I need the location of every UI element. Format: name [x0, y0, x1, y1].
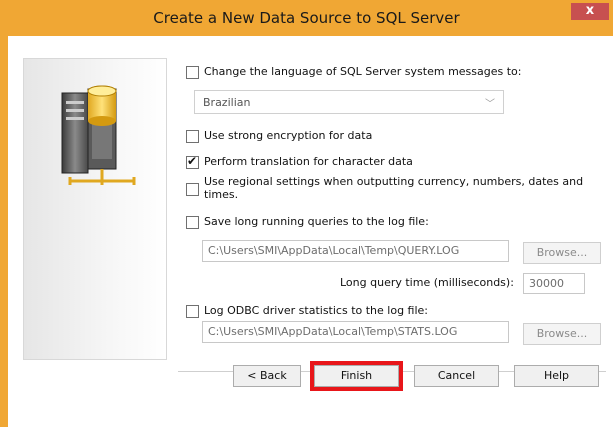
- server-database-icon: [61, 85, 136, 185]
- window-title: Create a New Data Source to SQL Server: [153, 9, 460, 27]
- translation-checkbox[interactable]: [186, 154, 199, 169]
- cancel-button[interactable]: Cancel: [414, 365, 499, 387]
- chevron-down-icon: ﹀: [485, 99, 495, 110]
- finish-highlight: [310, 361, 403, 391]
- regional-settings-checkbox[interactable]: [186, 183, 199, 196]
- stats-log-browse-button[interactable]: Browse...: [523, 323, 601, 345]
- query-log-browse-button[interactable]: Browse...: [523, 242, 601, 264]
- help-button[interactable]: Help: [514, 365, 599, 387]
- change-language-label: Change the language of SQL Server system…: [204, 65, 522, 78]
- language-select[interactable]: Brazilian ﹀: [194, 90, 504, 114]
- change-language-checkbox[interactable]: [186, 66, 199, 79]
- odbc-stats-label: Log ODBC driver statistics to the log fi…: [204, 304, 429, 317]
- language-select-value: Brazilian: [203, 96, 251, 109]
- window-frame: [0, 36, 8, 427]
- translation-label: Perform translation for character data: [204, 155, 413, 168]
- stats-log-path-input[interactable]: C:\Users\SMI\AppData\Local\Temp\STATS.LO…: [202, 321, 509, 343]
- close-button[interactable]: x: [571, 3, 609, 20]
- long-queries-checkbox[interactable]: [186, 216, 199, 229]
- odbc-stats-checkbox[interactable]: [186, 305, 199, 318]
- long-queries-label: Save long running queries to the log fil…: [204, 215, 429, 228]
- long-query-time-label: Long query time (milliseconds):: [340, 276, 514, 289]
- regional-settings-label: Use regional settings when outputting cu…: [204, 175, 584, 201]
- strong-encryption-checkbox[interactable]: [186, 130, 199, 143]
- illustration-panel: [23, 58, 167, 360]
- strong-encryption-label: Use strong encryption for data: [204, 129, 373, 142]
- query-log-path-input[interactable]: C:\Users\SMI\AppData\Local\Temp\QUERY.LO…: [202, 240, 509, 262]
- back-button[interactable]: < Back: [233, 365, 301, 387]
- long-query-time-input[interactable]: 30000: [523, 273, 585, 294]
